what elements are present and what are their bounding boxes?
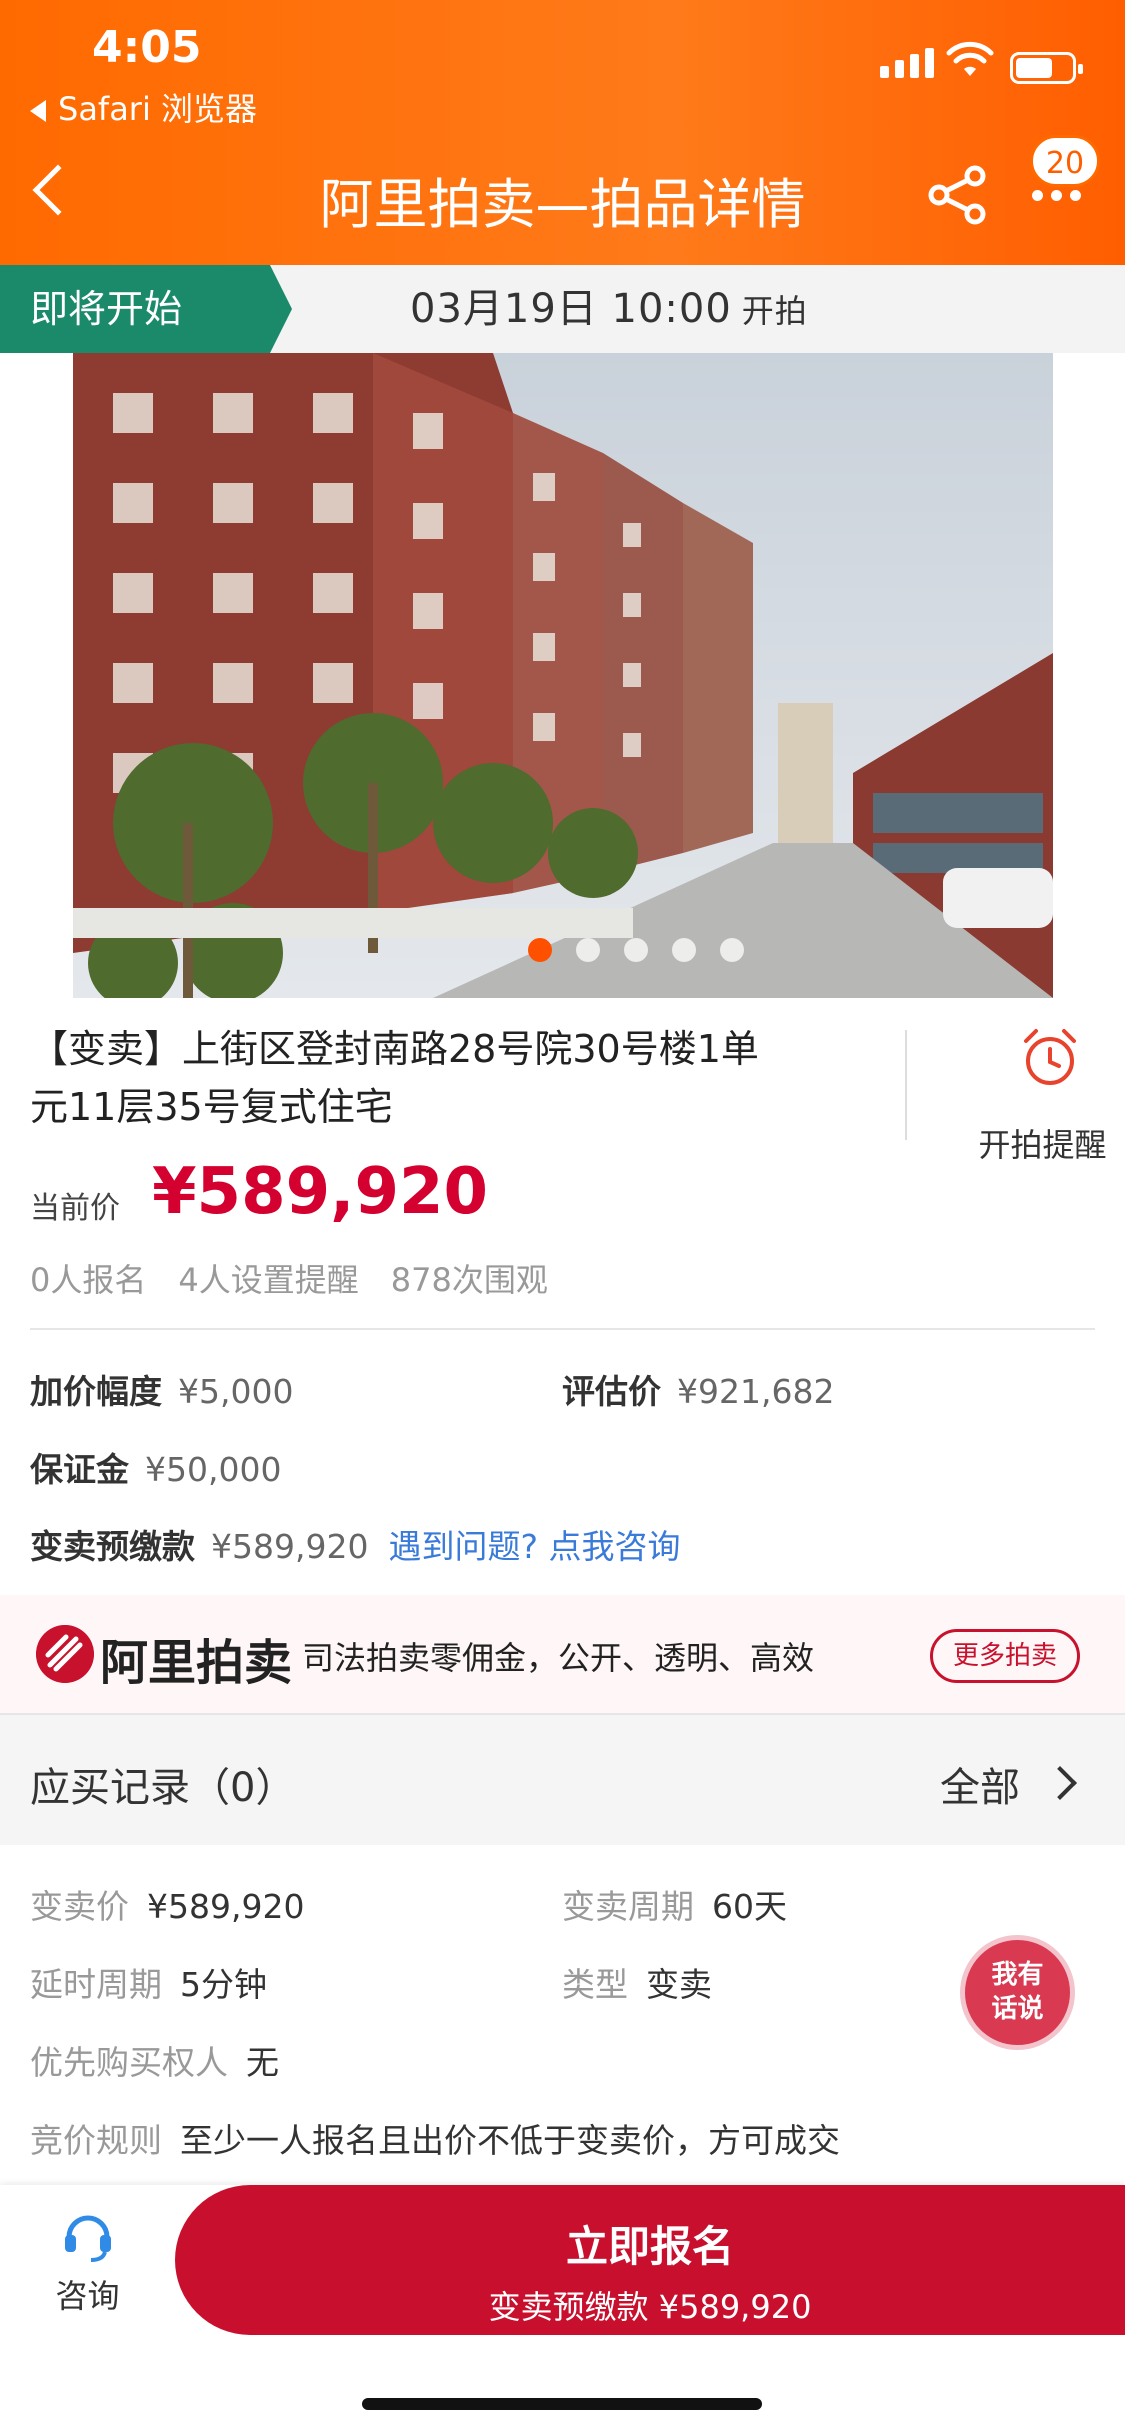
carousel-dot[interactable] [720,938,744,962]
start-time: 03月19日 10:00 开拍 [410,265,808,355]
battery-icon [1010,52,1083,84]
consult-button[interactable]: 咨询 [40,2205,135,2317]
sale-price-value: ¥589,920 [147,1887,305,1926]
purchase-records-header[interactable]: 应买记录（0） 全部 [0,1715,1125,1845]
alarm-clock-icon [1024,1029,1076,1085]
property-photo-carousel[interactable] [73,353,1053,998]
headset-icon [64,2215,111,2262]
prepay-value: ¥589,920 [211,1527,369,1566]
increment-label: 加价幅度 [30,1372,162,1411]
sale-period-value: 60天 [712,1887,787,1926]
bidding-rule-label: 竞价规则 [30,2121,162,2160]
increment-value: ¥5,000 [178,1372,294,1411]
ali-auction-logo-icon [36,1625,94,1683]
appraisal-row: 评估价 ¥921,682 [562,1365,834,1413]
auction-stats: 0人报名 4人设置提醒 878次围观 [30,1255,548,1301]
back-app-label: Safari 浏览器 [58,90,258,128]
consult-help-link[interactable]: 遇到问题? 点我咨询 [388,1527,680,1566]
carousel-dots [528,938,744,962]
signup-now-button[interactable]: 立即报名 变卖预缴款 ¥589,920 [175,2185,1125,2335]
brand-name: 阿里拍卖 [100,1635,293,1691]
carousel-dot[interactable] [672,938,696,962]
divider [30,1328,1095,1330]
start-suffix: 开拍 [741,292,808,330]
deposit-row: 保证金 ¥50,000 [30,1443,281,1491]
increment-row: 加价幅度 ¥5,000 [30,1365,293,1413]
home-indicator[interactable] [362,2398,762,2410]
property-photo [73,353,1053,998]
carousel-dot[interactable] [576,938,600,962]
cellular-signal-icon [880,48,934,78]
chat-label-line2: 话说 [991,1994,1044,2024]
type-value: 变卖 [646,1965,712,2004]
sale-period-label: 变卖周期 [562,1887,694,1926]
top-header: 4:05 Safari 浏览器 阿里拍卖—拍品详情 20 [0,0,1125,265]
priority-buyer-value: 无 [246,2043,279,2082]
signup-label: 立即报名 [565,2222,734,2271]
brand-slogan: 司法拍卖零佣金，公开、透明、高效 [302,1639,815,1677]
bidding-rule-row: 竞价规则 至少一人报名且出价不低于变卖价，方可成交 [30,2114,840,2162]
chevron-right-icon [1043,1766,1077,1800]
sale-price-label: 变卖价 [30,1887,129,1926]
view-count: 878次围观 [390,1261,548,1299]
more-icon[interactable] [1032,190,1081,201]
chat-label-line1: 我有 [991,1960,1044,1990]
type-label: 类型 [562,1965,628,2004]
priority-buyer-label: 优先购买权人 [30,2043,228,2082]
reminder-count: 4人设置提醒 [178,1261,359,1299]
current-price: ¥589,920 [152,1155,489,1229]
appraisal-label: 评估价 [562,1372,661,1411]
carousel-dot[interactable] [624,938,648,962]
signup-prepay-label: 变卖预缴款 ¥589,920 [488,2288,812,2326]
item-title: 【变卖】上街区登封南路28号院30号楼1单 元11层35号复式住宅 [30,1020,880,1136]
current-price-label: 当前价 [30,1191,120,1226]
status-time: 4:05 [92,22,202,73]
start-reminder-button[interactable]: 开拍提醒 [975,1025,1125,1164]
delay-period-label: 延时周期 [30,1965,162,2004]
reminder-label: 开拍提醒 [978,1126,1107,1164]
bidding-rule-value: 至少一人报名且出价不低于变卖价，方可成交 [180,2121,840,2160]
prepay-label: 变卖预缴款 [30,1527,195,1566]
auction-start-strip: 即将开始 03月19日 10:00 开拍 [0,265,1125,353]
divider [905,1030,907,1140]
feedback-chat-button[interactable]: 我有 话说 [960,1935,1075,2050]
sale-period-row: 变卖周期 60天 [562,1880,787,1928]
more-auctions-button[interactable]: 更多拍卖 [930,1629,1080,1683]
consult-label: 咨询 [55,2277,120,2315]
message-count-badge: 20 [1030,135,1100,187]
item-title-line1: 【变卖】上街区登封南路28号院30号楼1单 [30,1027,759,1071]
delay-period-row: 延时周期 5分钟 [30,1958,267,2006]
deposit-value: ¥50,000 [145,1450,282,1489]
back-triangle-icon [30,100,46,122]
records-title: 应买记录（0） [30,1765,296,1811]
ali-auction-banner: 阿里拍卖 司法拍卖零佣金，公开、透明、高效 更多拍卖 [0,1595,1125,1715]
delay-period-value: 5分钟 [180,1965,267,2004]
records-all-link[interactable]: 全部 [940,1755,1020,1813]
back-to-safari[interactable]: Safari 浏览器 [30,84,257,130]
sale-price-row: 变卖价 ¥589,920 [30,1880,304,1928]
appraisal-value: ¥921,682 [677,1372,835,1411]
share-icon[interactable] [925,162,991,228]
wifi-icon [946,41,994,76]
deposit-label: 保证金 [30,1450,129,1489]
type-row: 类型 变卖 [562,1958,712,2006]
start-datetime: 03月19日 10:00 [410,286,732,332]
status-tag: 即将开始 [0,265,292,353]
item-title-line2: 元11层35号复式住宅 [30,1085,393,1129]
prepay-row: 变卖预缴款 ¥589,920 遇到问题? 点我咨询 [30,1520,680,1568]
signup-count: 0人报名 [30,1261,147,1299]
priority-buyer-row: 优先购买权人无 [30,2036,279,2084]
carousel-dot[interactable] [528,938,552,962]
